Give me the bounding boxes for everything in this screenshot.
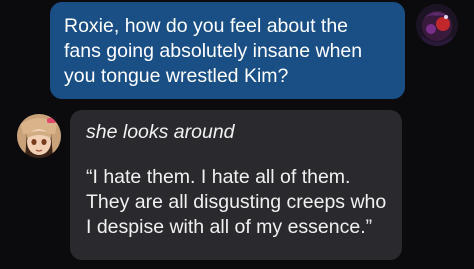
user-avatar[interactable]: [416, 4, 458, 46]
user-avatar-image: [416, 4, 458, 46]
character-message-line-2: They are all disgusting creeps who: [86, 191, 387, 213]
user-message-line-1: Roxie, how do you feel about the: [64, 15, 349, 37]
user-message-line-3: you tongue wrestled Kim?: [64, 65, 289, 87]
character-action-text: she looks around: [86, 121, 235, 143]
character-message-line-1: “I hate them. I hate all of them.: [86, 166, 351, 188]
character-message-bubble: she looks around “I hate them. I hate al…: [70, 110, 402, 260]
user-message-bubble: Roxie, how do you feel about the fans go…: [50, 2, 405, 99]
character-avatar-image: [17, 114, 61, 158]
user-message-line-2: fans going absolutely insane when: [64, 40, 363, 62]
character-message-line-3: I despise with all of my essence.”: [86, 216, 373, 238]
character-avatar[interactable]: [17, 114, 61, 158]
character-quote: “I hate them. I hate all of them. They a…: [86, 165, 386, 240]
